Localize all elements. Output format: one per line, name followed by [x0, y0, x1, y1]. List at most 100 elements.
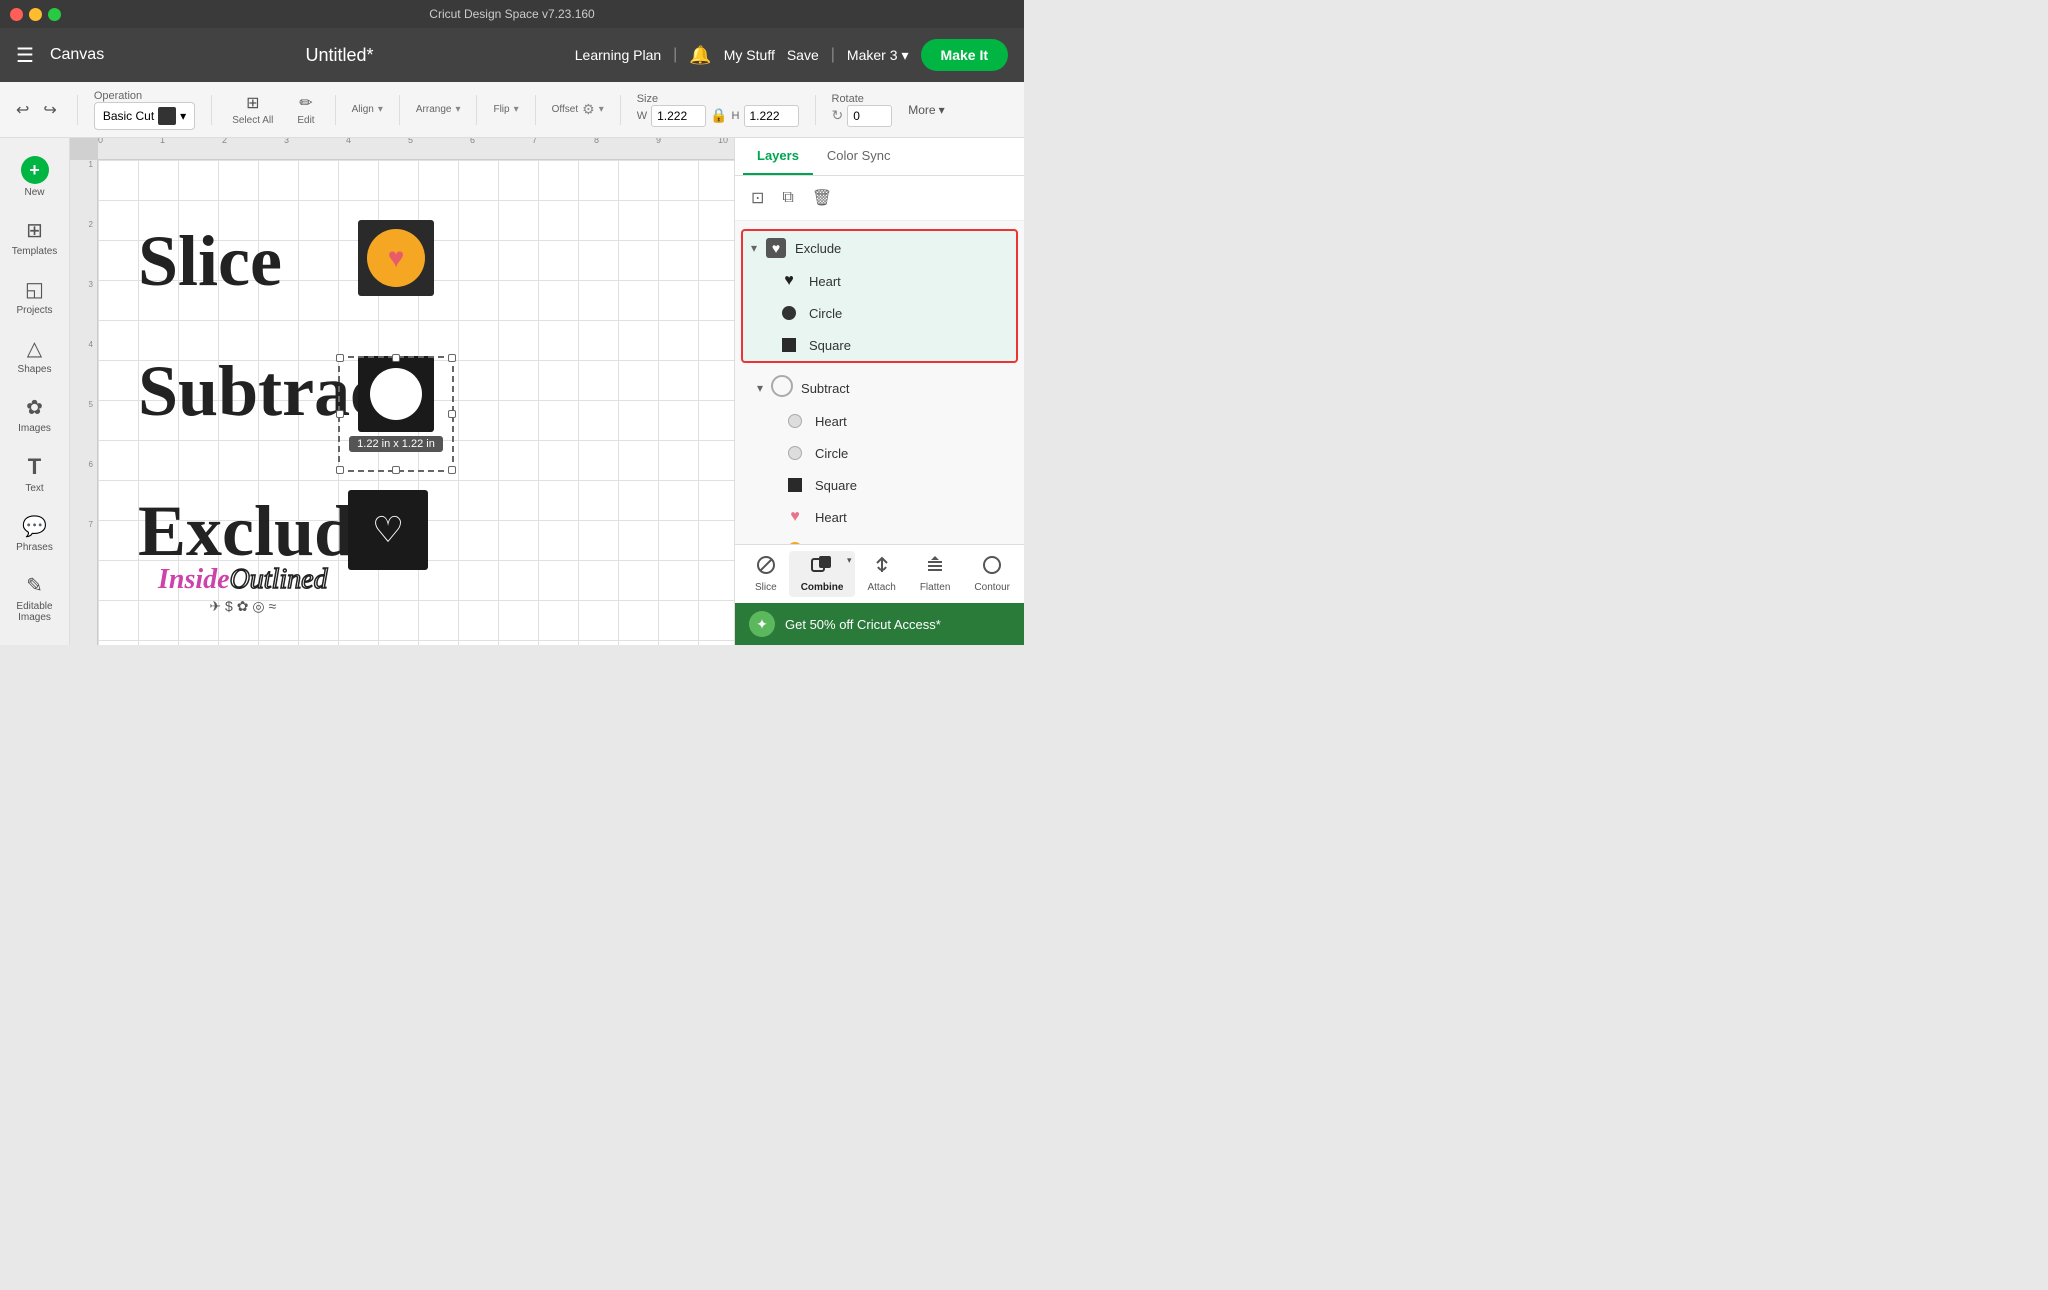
my-stuff-link[interactable]: My Stuff	[724, 47, 775, 63]
combine-button[interactable]: Combine	[789, 551, 856, 597]
divider	[211, 95, 212, 125]
chevron-down-icon: ▾	[751, 241, 757, 255]
sidebar-item-label: New	[24, 187, 44, 198]
flatten-button[interactable]: Flatten	[908, 551, 963, 597]
divider	[815, 95, 816, 125]
sidebar-item-images[interactable]: ✿ Images	[4, 387, 66, 442]
learning-plan-link[interactable]: Learning Plan	[575, 47, 661, 63]
chevron-down-icon: ▾	[902, 47, 909, 64]
contour-icon	[982, 555, 1002, 580]
maximize-button[interactable]	[48, 8, 61, 21]
sel-handle-br[interactable]	[448, 466, 456, 474]
shape-exclude[interactable]: ♡	[348, 490, 428, 570]
shape-exclude-heart: ♡	[372, 512, 404, 548]
height-input[interactable]	[744, 105, 799, 127]
size-tooltip: 1.22 in x 1.22 in	[349, 436, 443, 452]
gear-icon: ⚙	[582, 101, 595, 118]
window-controls[interactable]	[10, 8, 61, 21]
copy-layers-button[interactable]: ⧉	[778, 185, 797, 211]
sel-handle-mr[interactable]	[448, 410, 456, 418]
svg-text:♥: ♥	[772, 240, 780, 256]
sel-handle-tr[interactable]	[448, 354, 456, 362]
circle-light-thumb	[785, 443, 805, 463]
shape-subtract[interactable]: 1.22 in x 1.22 in	[358, 356, 434, 452]
edit-icon: ✏	[299, 93, 312, 113]
sidebar-item-label: Projects	[16, 305, 52, 316]
sidebar-item-shapes[interactable]: △ Shapes	[4, 328, 66, 383]
top-nav: ☰ Canvas Untitled* Learning Plan | 🔔 My …	[0, 28, 1024, 82]
layer-item-subtract-heart1[interactable]: Heart	[749, 405, 1010, 437]
subtract-group-header[interactable]: ▾ Subtract	[749, 371, 1010, 405]
minimize-button[interactable]	[29, 8, 42, 21]
sidebar-item-phrases[interactable]: 💬 Phrases	[4, 506, 66, 561]
layer-item-subtract-circle[interactable]: Circle	[749, 437, 1010, 469]
edit-button[interactable]: ✏ Edit	[293, 89, 318, 130]
color-swatch[interactable]	[158, 107, 176, 125]
layer-name: Heart	[815, 414, 847, 429]
shape-slice[interactable]: ♥	[358, 220, 434, 296]
layer-item-square[interactable]: Square	[743, 329, 1016, 361]
shape-slice-heart: ♥	[388, 242, 405, 274]
chevron-down-icon: ▾	[180, 109, 186, 123]
more-button[interactable]: More ▾	[908, 103, 944, 117]
tab-color-sync[interactable]: Color Sync	[813, 138, 905, 175]
rotate-input[interactable]	[847, 105, 892, 127]
exclude-group: ▾ ♥ Exclude ♥ Heart	[741, 229, 1018, 363]
chevron-down-icon: ▾	[378, 104, 383, 115]
width-input[interactable]	[651, 105, 706, 127]
chevron-down-icon: ▾	[599, 104, 604, 115]
sidebar-item-editable[interactable]: ✎ Editable Images	[4, 565, 66, 631]
exclude-group-header[interactable]: ▾ ♥ Exclude	[743, 231, 1016, 265]
canvas-area[interactable]: 0 1 2 3 4 5 6 7 8 9 10 11 12 13 1 2 3	[70, 138, 734, 645]
left-sidebar: + New ⊞ Templates ◱ Projects △ Shapes ✿ …	[0, 138, 70, 645]
operation-selector[interactable]: Basic Cut ▾	[94, 102, 195, 130]
contour-button[interactable]: Contour	[962, 551, 1022, 597]
divider	[399, 95, 400, 125]
images-icon: ✿	[26, 395, 43, 420]
make-it-button[interactable]: Make It	[921, 39, 1008, 71]
machine-selector[interactable]: Maker 3 ▾	[847, 47, 909, 64]
sidebar-item-label: Templates	[12, 246, 58, 257]
layer-item-heart[interactable]: ♥ Heart	[743, 265, 1016, 297]
layer-name: Heart	[815, 510, 847, 525]
select-all-button[interactable]: ⊞ Select All	[228, 89, 277, 130]
combine-dropdown-icon[interactable]: ▾	[847, 555, 852, 566]
hamburger-icon[interactable]: ☰	[16, 43, 34, 68]
right-panel-tabs: Layers Color Sync	[735, 138, 1024, 176]
app-title: Cricut Design Space v7.23.160	[429, 7, 594, 21]
bell-icon[interactable]: 🔔	[689, 45, 711, 66]
undo-button[interactable]: ↩	[12, 96, 33, 124]
tab-layers[interactable]: Layers	[743, 138, 813, 175]
divider	[476, 95, 477, 125]
layer-item-circle[interactable]: Circle	[743, 297, 1016, 329]
duplicate-button[interactable]: ⊡	[747, 184, 768, 212]
lock-icon[interactable]: 🔒	[710, 107, 727, 124]
rotate-icon: ↻	[832, 107, 844, 124]
layer-item-subtract-heart2[interactable]: ♥ Heart	[749, 501, 1010, 533]
slice-text[interactable]: Slice	[138, 220, 282, 303]
ad-bar[interactable]: ✦ Get 50% off Cricut Access*	[735, 603, 1024, 645]
layer-item-subtract-square[interactable]: Square	[749, 469, 1010, 501]
sidebar-item-templates[interactable]: ⊞ Templates	[4, 210, 66, 265]
sidebar-item-projects[interactable]: ◱ Projects	[4, 269, 66, 324]
divider	[335, 95, 336, 125]
templates-icon: ⊞	[26, 218, 43, 243]
arrange-group: Arrange ▾	[416, 104, 461, 115]
sidebar-item-new[interactable]: + New	[4, 148, 66, 206]
delete-layers-button[interactable]: 🗑	[808, 184, 836, 212]
ruler-horizontal: 0 1 2 3 4 5 6 7 8 9 10 11 12 13	[98, 138, 734, 160]
sidebar-item-upload[interactable]: ⬆ Upload	[4, 635, 66, 645]
layer-item-subtract-circle2[interactable]: Circle	[749, 533, 1010, 544]
align-group: Align ▾	[352, 104, 383, 115]
sidebar-item-text[interactable]: T Text	[4, 446, 66, 502]
attach-button[interactable]: Attach	[855, 551, 907, 597]
redo-button[interactable]: ↪	[39, 96, 60, 124]
sel-handle-bm[interactable]	[392, 466, 400, 474]
slice-button[interactable]: Slice	[743, 551, 789, 597]
sel-handle-bl[interactable]	[336, 466, 344, 474]
close-button[interactable]	[10, 8, 23, 21]
save-button[interactable]: Save	[787, 47, 819, 63]
chevron-down-icon: ▾	[757, 381, 763, 395]
combine-button-wrapper: Combine ▾	[789, 551, 856, 597]
subtract-group-icon	[771, 377, 793, 399]
